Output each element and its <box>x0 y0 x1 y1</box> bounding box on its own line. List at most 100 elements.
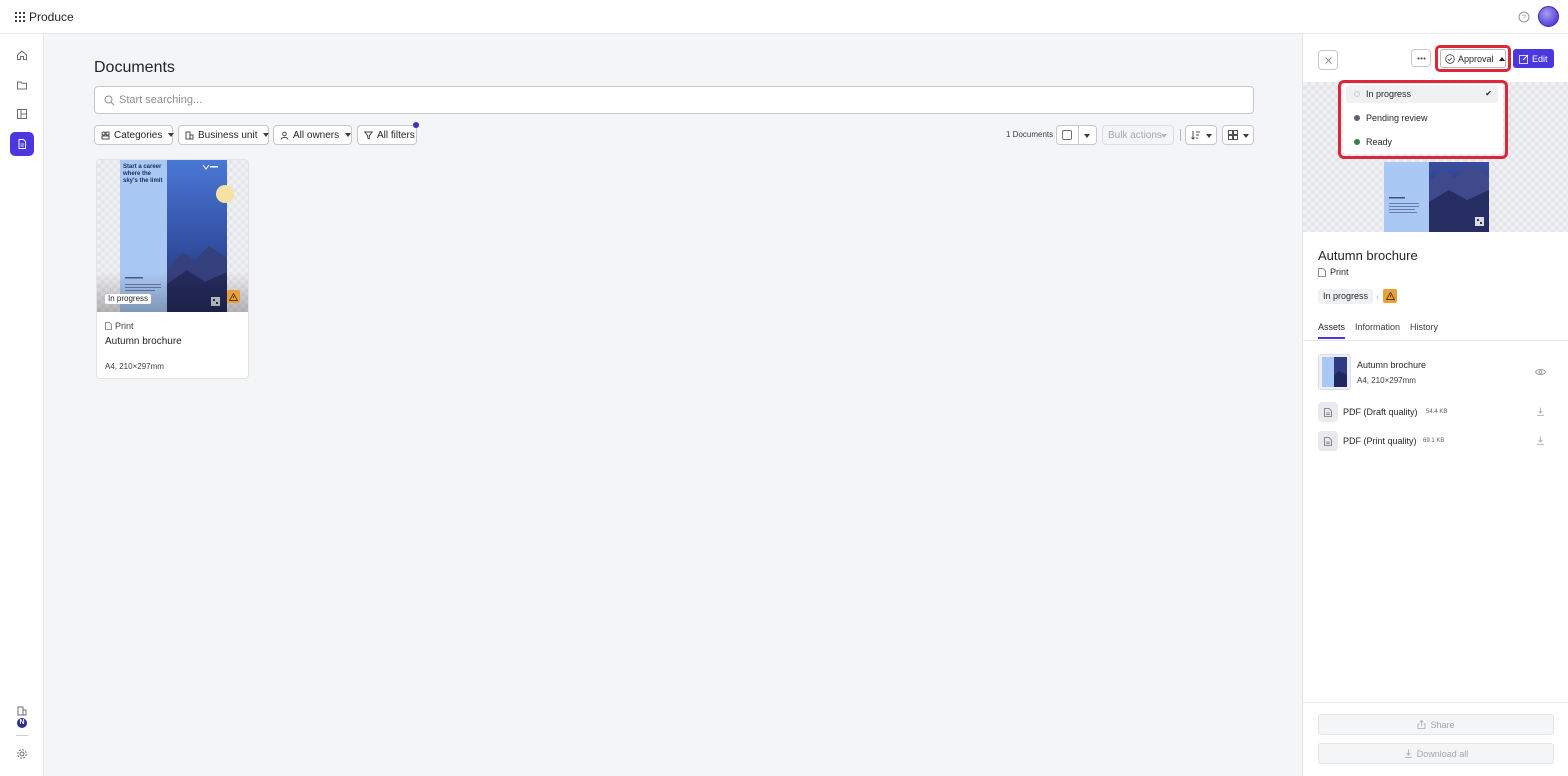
chevron-down-icon <box>1161 134 1167 138</box>
download-icon <box>1404 749 1413 758</box>
templates-icon[interactable] <box>10 102 34 126</box>
document-file-icon <box>105 322 112 330</box>
chevron-down-icon <box>263 133 270 137</box>
search-box[interactable] <box>94 86 1254 114</box>
menu-item-in-progress[interactable]: In progress ✔ <box>1346 85 1498 103</box>
asset-size: A4, 210×297mm <box>1357 376 1416 385</box>
top-bar: Produce ? <box>0 0 1568 34</box>
divider <box>1078 126 1079 144</box>
categories-label: Categories <box>114 129 163 141</box>
approval-button[interactable]: Approval <box>1440 49 1506 68</box>
document-count: 1 Documents <box>1006 130 1054 139</box>
eye-icon[interactable] <box>1535 368 1546 376</box>
bulk-actions-button[interactable]: Bulk actions <box>1102 125 1174 145</box>
download-icon[interactable] <box>1536 436 1545 445</box>
close-icon <box>1324 56 1332 64</box>
select-all-control[interactable] <box>1056 125 1097 145</box>
documents-icon[interactable] <box>10 132 34 156</box>
share-button[interactable]: Share <box>1318 714 1554 735</box>
business-unit-filter[interactable]: Business unit <box>178 125 270 145</box>
close-button[interactable] <box>1318 50 1338 70</box>
tab-information[interactable]: Information <box>1355 322 1400 339</box>
menu-item-label: Ready <box>1366 137 1393 147</box>
home-icon[interactable] <box>10 43 34 67</box>
share-label: Share <box>1430 719 1455 730</box>
tab-assets[interactable]: Assets <box>1318 322 1346 339</box>
menu-item-pending-review[interactable]: Pending review <box>1346 109 1498 127</box>
status-badge: In progress <box>105 294 152 304</box>
sort-button[interactable] <box>1185 125 1217 145</box>
settings-gear-icon[interactable] <box>10 742 34 766</box>
more-icon <box>1417 57 1426 60</box>
approval-menu: In progress ✔ Pending review Ready <box>1343 84 1503 154</box>
view-toggle-button[interactable] <box>1222 125 1254 145</box>
toolbar-divider <box>1180 129 1181 141</box>
grid-view-icon <box>1228 130 1238 140</box>
status-dot-green <box>1354 139 1360 145</box>
asset-thumbnail[interactable] <box>1318 354 1351 390</box>
active-filter-indicator <box>413 122 419 128</box>
categories-icon <box>101 130 110 140</box>
bulk-actions-label: Bulk actions <box>1108 130 1162 141</box>
chevron-down-icon <box>1206 134 1212 138</box>
more-options-button[interactable] <box>1411 49 1431 67</box>
search-input[interactable] <box>119 92 1219 108</box>
owners-filter[interactable]: All owners <box>273 125 352 145</box>
left-rail: N <box>0 34 44 776</box>
owners-label: All owners <box>293 129 340 141</box>
chevron-down-icon <box>168 133 175 137</box>
download-all-button[interactable]: Download all <box>1318 743 1554 764</box>
panel-status-badge: In progress <box>1318 289 1374 304</box>
menu-item-label: In progress <box>1366 89 1412 99</box>
help-icon[interactable]: ? <box>1518 11 1530 23</box>
asset-name: Autumn brochure <box>1357 360 1427 370</box>
download-icon[interactable] <box>1536 407 1545 416</box>
filter-icon <box>364 131 373 140</box>
select-all-checkbox[interactable] <box>1062 130 1072 140</box>
folder-icon[interactable] <box>10 73 34 97</box>
document-card[interactable]: Start a career where the sky's the limit… <box>96 159 249 379</box>
checkmark-icon: ✔ <box>1485 89 1492 98</box>
edit-icon <box>1519 54 1529 64</box>
edit-button[interactable]: Edit <box>1513 49 1554 68</box>
share-icon <box>1417 720 1426 729</box>
panel-document-type: Print <box>1318 267 1349 277</box>
panel-title: Autumn brochure <box>1318 248 1418 263</box>
cover-headline: Start a career where the sky's the limit <box>123 164 163 184</box>
business-unit-badge: N <box>17 718 27 728</box>
file-size: 69.1 KB <box>1423 438 1445 444</box>
document-type-label: Print <box>115 321 134 331</box>
chevron-down-icon <box>345 133 352 137</box>
download-all-label: Download all <box>1416 748 1469 759</box>
business-unit-label: Business unit <box>198 129 258 141</box>
all-filters-button[interactable]: All filters <box>357 125 417 145</box>
app-grid-icon[interactable] <box>15 12 25 22</box>
edit-label: Edit <box>1532 53 1548 64</box>
file-name: PDF (Draft quality) <box>1343 407 1418 417</box>
user-avatar[interactable] <box>1538 6 1559 27</box>
sort-icon <box>1191 130 1201 140</box>
tab-history[interactable]: History <box>1410 322 1438 339</box>
document-name: Autumn brochure <box>105 336 182 347</box>
chevron-right-icon: › <box>1376 292 1379 302</box>
menu-item-ready[interactable]: Ready <box>1346 133 1498 151</box>
warning-icon <box>1383 289 1397 303</box>
file-name: PDF (Print quality) <box>1343 436 1417 446</box>
chevron-down-icon[interactable] <box>1084 134 1090 138</box>
svg-text:?: ? <box>1522 15 1526 22</box>
approval-label: Approval <box>1458 53 1494 64</box>
status-dot-gray <box>1354 115 1360 121</box>
menu-item-label: Pending review <box>1366 113 1428 123</box>
warning-icon <box>227 290 240 303</box>
approval-check-icon <box>1445 53 1455 64</box>
panel-tabs: Assets Information History <box>1318 322 1438 339</box>
document-type: Print <box>105 321 134 331</box>
file-size: 54.4 KB <box>1426 409 1448 415</box>
footer-divider <box>1303 702 1568 703</box>
status-dot-empty <box>1354 91 1360 97</box>
categories-filter[interactable]: Categories <box>94 125 175 145</box>
page-title: Documents <box>94 59 175 76</box>
chevron-down-icon <box>1243 134 1249 138</box>
pdf-file-icon <box>1318 402 1338 422</box>
search-icon <box>104 95 115 106</box>
